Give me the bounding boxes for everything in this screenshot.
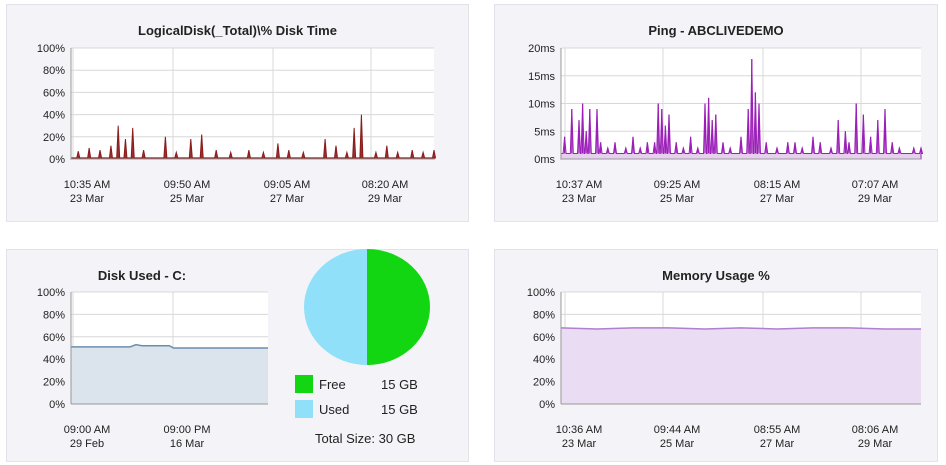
x-tick-date: 23 Mar: [562, 193, 597, 205]
y-tick-label: 5ms: [534, 126, 555, 138]
y-tick-label: 0%: [539, 399, 555, 411]
y-tick-label: 20%: [533, 377, 555, 389]
y-tick-label: 40%: [43, 354, 65, 366]
x-tick-label: 09:25 AM: [654, 179, 700, 191]
series-area: [561, 327, 921, 404]
series-area: [71, 344, 268, 404]
x-tick-date: 23 Mar: [562, 438, 597, 450]
y-tick-label: 20%: [43, 132, 65, 144]
y-tick-label: 100%: [37, 287, 65, 299]
y-tick-label: 20%: [43, 377, 65, 389]
x-tick-date: 29 Feb: [70, 438, 104, 450]
y-tick-label: 100%: [527, 287, 555, 299]
disk-time-panel: LogicalDisk(_Total)\% Disk Time 0% 20% 40%…: [6, 4, 469, 222]
y-tick-label: 40%: [43, 110, 65, 122]
x-tick-label: 09:00 AM: [64, 424, 110, 436]
free-swatch: [295, 375, 313, 393]
y-tick-label: 0%: [49, 399, 65, 411]
x-tick-label: 10:35 AM: [64, 179, 110, 191]
x-tick-label: 09:05 AM: [264, 179, 310, 191]
y-tick-label: 60%: [43, 87, 65, 99]
y-tick-label: 0%: [49, 154, 65, 166]
x-tick-label: 08:15 AM: [754, 179, 800, 191]
free-value: 15 GB: [381, 376, 418, 392]
x-tick-label: 09:50 AM: [164, 179, 210, 191]
legend-free: Free 15 GB: [295, 375, 418, 393]
x-tick-date: 29 Mar: [368, 193, 403, 205]
y-tick-label: 80%: [533, 309, 555, 321]
x-tick-date: 25 Mar: [170, 193, 205, 205]
y-tick-label: 15ms: [528, 71, 555, 83]
x-tick-date: 25 Mar: [660, 438, 695, 450]
x-tick-label: 09:00 PM: [163, 424, 210, 436]
y-tick-label: 100%: [37, 43, 65, 55]
x-tick-date: 29 Mar: [858, 193, 893, 205]
pie-slice-used: [304, 249, 367, 365]
y-tick-label: 80%: [43, 65, 65, 77]
x-tick-date: 27 Mar: [270, 193, 305, 205]
x-tick-label: 08:06 AM: [852, 424, 898, 436]
y-tick-label: 60%: [533, 332, 555, 344]
used-value: 15 GB: [381, 401, 418, 417]
x-tick-label: 08:55 AM: [754, 424, 800, 436]
x-tick-date: 25 Mar: [660, 193, 695, 205]
free-label: Free: [319, 376, 346, 392]
used-swatch: [295, 400, 313, 418]
x-tick-date: 27 Mar: [760, 193, 795, 205]
x-tick-label: 09:44 AM: [654, 424, 700, 436]
x-tick-label: 10:36 AM: [556, 424, 602, 436]
x-tick-date: 27 Mar: [760, 438, 795, 450]
legend-used: Used 15 GB: [295, 400, 418, 418]
x-tick-date: 16 Mar: [170, 438, 205, 450]
y-tick-label: 20ms: [528, 43, 555, 55]
memory-chart[interactable]: 0% 20% 40% 60% 80% 100% 10:36 AM 23 Mar 09:44 AM…: [495, 250, 939, 463]
used-label: Used: [319, 401, 350, 417]
y-tick-label: 10ms: [528, 99, 555, 111]
y-tick-label: 60%: [43, 332, 65, 344]
pie-slice-free: [367, 249, 430, 365]
x-tick-date: 29 Mar: [858, 438, 893, 450]
total-size: Total Size: 30 GB: [315, 431, 416, 446]
y-tick-label: 0ms: [534, 154, 555, 166]
y-tick-label: 80%: [43, 309, 65, 321]
ping-panel: Ping - ABCLIVEDEMO 0ms 5ms 10ms 15ms 20ms 10:…: [494, 4, 938, 222]
disk-used-panel: Disk Used - C: 0% 20% 40% 60% 80% 100% 09:00 A…: [6, 249, 469, 462]
y-tick-label: 40%: [533, 354, 555, 366]
disk-time-chart[interactable]: 0% 20% 40% 60% 80% 100% 10:35 AM 23 Mar 09:50 AM…: [7, 5, 470, 223]
x-tick-label: 10:37 AM: [556, 179, 602, 191]
x-tick-label: 08:20 AM: [362, 179, 408, 191]
memory-panel: Memory Usage % 0% 20% 40% 60% 80% 100% 10:36 A…: [494, 249, 938, 462]
x-tick-date: 23 Mar: [70, 193, 105, 205]
x-tick-label: 07:07 AM: [852, 179, 898, 191]
ping-chart[interactable]: 0ms 5ms 10ms 15ms 20ms 10:37 AM 23 Mar 09:25 AM…: [495, 5, 939, 223]
